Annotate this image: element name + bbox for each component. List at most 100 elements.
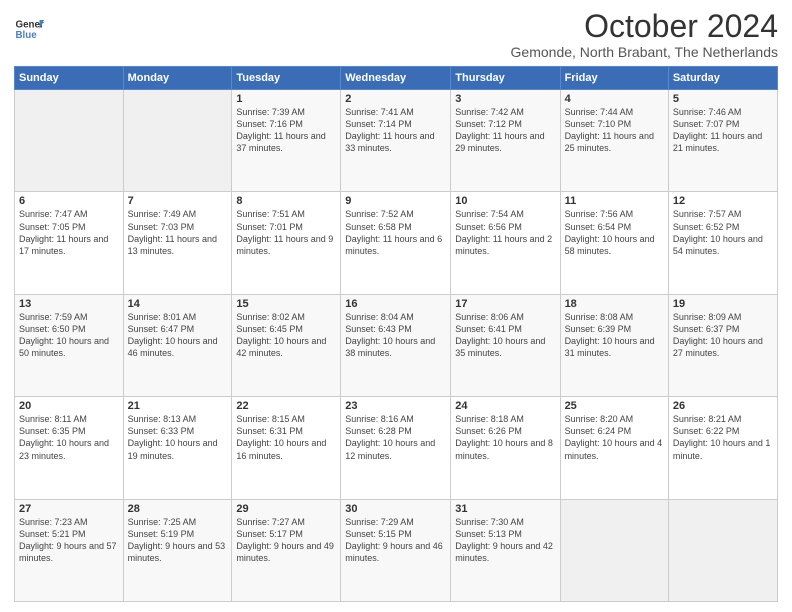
week-row-5: 27 Sunrise: 7:23 AMSunset: 5:21 PMDayligh… <box>15 499 778 601</box>
calendar-cell: 15 Sunrise: 8:02 AMSunset: 6:45 PMDayligh… <box>232 294 341 396</box>
day-number: 31 <box>455 503 555 515</box>
day-number: 19 <box>673 298 773 310</box>
day-number: 18 <box>565 298 664 310</box>
calendar-cell <box>560 499 668 601</box>
day-detail: Sunrise: 8:16 AMSunset: 6:28 PMDaylight:… <box>345 414 435 460</box>
day-number: 1 <box>236 93 336 105</box>
day-number: 29 <box>236 503 336 515</box>
day-detail: Sunrise: 7:46 AMSunset: 7:07 PMDaylight:… <box>673 107 762 153</box>
day-detail: Sunrise: 7:29 AMSunset: 5:15 PMDaylight:… <box>345 517 443 563</box>
calendar-table: SundayMondayTuesdayWednesdayThursdayFrid… <box>14 66 778 602</box>
day-header-tuesday: Tuesday <box>232 67 341 90</box>
day-detail: Sunrise: 7:52 AMSunset: 6:58 PMDaylight:… <box>345 209 442 255</box>
day-detail: Sunrise: 8:04 AMSunset: 6:43 PMDaylight:… <box>345 312 435 358</box>
calendar-cell: 26 Sunrise: 8:21 AMSunset: 6:22 PMDayligh… <box>668 397 777 499</box>
day-number: 3 <box>455 93 555 105</box>
day-number: 4 <box>565 93 664 105</box>
day-detail: Sunrise: 7:42 AMSunset: 7:12 PMDaylight:… <box>455 107 544 153</box>
day-detail: Sunrise: 7:49 AMSunset: 7:03 PMDaylight:… <box>128 209 217 255</box>
day-number: 23 <box>345 400 446 412</box>
day-detail: Sunrise: 8:02 AMSunset: 6:45 PMDaylight:… <box>236 312 326 358</box>
day-number: 11 <box>565 195 664 207</box>
week-row-4: 20 Sunrise: 8:11 AMSunset: 6:35 PMDayligh… <box>15 397 778 499</box>
day-number: 22 <box>236 400 336 412</box>
day-detail: Sunrise: 8:08 AMSunset: 6:39 PMDaylight:… <box>565 312 655 358</box>
calendar-cell: 2Sunrise: 7:41 AMSunset: 7:14 PMDaylight… <box>341 90 451 192</box>
calendar-cell: 28 Sunrise: 7:25 AMSunset: 5:19 PMDayligh… <box>123 499 232 601</box>
title-area: October 2024 Gemonde, North Brabant, The… <box>511 10 778 60</box>
day-number: 12 <box>673 195 773 207</box>
day-number: 10 <box>455 195 555 207</box>
day-detail: Sunrise: 8:18 AMSunset: 6:26 PMDaylight:… <box>455 414 553 460</box>
calendar-cell: 29Sunrise: 7:27 AMSunset: 5:17 PMDayligh… <box>232 499 341 601</box>
day-header-sunday: Sunday <box>15 67 124 90</box>
calendar-cell: 14 Sunrise: 8:01 AMSunset: 6:47 PMDayligh… <box>123 294 232 396</box>
day-detail: Sunrise: 7:59 AMSunset: 6:50 PMDaylight:… <box>19 312 109 358</box>
day-detail: Sunrise: 7:51 AMSunset: 7:01 PMDaylight:… <box>236 209 333 255</box>
calendar-cell: 1 Sunrise: 7:39 AMSunset: 7:16 PMDaylight… <box>232 90 341 192</box>
calendar-cell <box>123 90 232 192</box>
day-number: 14 <box>128 298 228 310</box>
day-header-thursday: Thursday <box>451 67 560 90</box>
day-number: 5 <box>673 93 773 105</box>
day-number: 26 <box>673 400 773 412</box>
month-title: October 2024 <box>511 10 778 42</box>
day-detail: Sunrise: 8:11 AMSunset: 6:35 PMDaylight:… <box>19 414 109 460</box>
calendar-cell: 9 Sunrise: 7:52 AMSunset: 6:58 PMDaylight… <box>341 192 451 294</box>
day-number: 6 <box>19 195 119 207</box>
day-detail: Sunrise: 7:57 AMSunset: 6:52 PMDaylight:… <box>673 209 763 255</box>
day-detail: Sunrise: 8:20 AMSunset: 6:24 PMDaylight:… <box>565 414 663 460</box>
page: General Blue October 2024 Gemonde, North… <box>0 0 792 612</box>
day-number: 27 <box>19 503 119 515</box>
day-detail: Sunrise: 8:15 AMSunset: 6:31 PMDaylight:… <box>236 414 326 460</box>
week-row-1: 1 Sunrise: 7:39 AMSunset: 7:16 PMDaylight… <box>15 90 778 192</box>
day-number: 17 <box>455 298 555 310</box>
day-header-friday: Friday <box>560 67 668 90</box>
calendar-cell: 30Sunrise: 7:29 AMSunset: 5:15 PMDayligh… <box>341 499 451 601</box>
calendar-cell: 24 Sunrise: 8:18 AMSunset: 6:26 PMDayligh… <box>451 397 560 499</box>
day-number: 20 <box>19 400 119 412</box>
day-number: 13 <box>19 298 119 310</box>
day-number: 24 <box>455 400 555 412</box>
day-number: 15 <box>236 298 336 310</box>
day-detail: Sunrise: 7:30 AMSunset: 5:13 PMDaylight:… <box>455 517 553 563</box>
calendar-cell: 16 Sunrise: 8:04 AMSunset: 6:43 PMDayligh… <box>341 294 451 396</box>
calendar-cell: 7Sunrise: 7:49 AMSunset: 7:03 PMDaylight… <box>123 192 232 294</box>
day-detail: Sunrise: 7:25 AMSunset: 5:19 PMDaylight:… <box>128 517 226 563</box>
week-row-3: 13 Sunrise: 7:59 AMSunset: 6:50 PMDayligh… <box>15 294 778 396</box>
week-row-2: 6 Sunrise: 7:47 AMSunset: 7:05 PMDaylight… <box>15 192 778 294</box>
calendar-cell: 19 Sunrise: 8:09 AMSunset: 6:37 PMDayligh… <box>668 294 777 396</box>
location-title: Gemonde, North Brabant, The Netherlands <box>511 44 778 60</box>
calendar-cell: 13 Sunrise: 7:59 AMSunset: 6:50 PMDayligh… <box>15 294 124 396</box>
day-number: 21 <box>128 400 228 412</box>
calendar-cell <box>15 90 124 192</box>
day-detail: Sunrise: 7:44 AMSunset: 7:10 PMDaylight:… <box>565 107 654 153</box>
calendar-cell: 22 Sunrise: 8:15 AMSunset: 6:31 PMDayligh… <box>232 397 341 499</box>
logo-icon: General Blue <box>14 14 44 44</box>
day-detail: Sunrise: 7:56 AMSunset: 6:54 PMDaylight:… <box>565 209 655 255</box>
day-detail: Sunrise: 7:39 AMSunset: 7:16 PMDaylight:… <box>236 107 325 153</box>
calendar-cell: 18 Sunrise: 8:08 AMSunset: 6:39 PMDayligh… <box>560 294 668 396</box>
calendar-cell: 6 Sunrise: 7:47 AMSunset: 7:05 PMDaylight… <box>15 192 124 294</box>
calendar-cell: 27 Sunrise: 7:23 AMSunset: 5:21 PMDayligh… <box>15 499 124 601</box>
day-detail: Sunrise: 8:13 AMSunset: 6:33 PMDaylight:… <box>128 414 218 460</box>
day-detail: Sunrise: 7:54 AMSunset: 6:56 PMDaylight:… <box>455 209 552 255</box>
calendar-cell: 20 Sunrise: 8:11 AMSunset: 6:35 PMDayligh… <box>15 397 124 499</box>
svg-text:Blue: Blue <box>16 30 38 41</box>
calendar-header-row: SundayMondayTuesdayWednesdayThursdayFrid… <box>15 67 778 90</box>
day-number: 9 <box>345 195 446 207</box>
day-detail: Sunrise: 8:01 AMSunset: 6:47 PMDaylight:… <box>128 312 218 358</box>
calendar-cell: 8Sunrise: 7:51 AMSunset: 7:01 PMDaylight… <box>232 192 341 294</box>
day-header-saturday: Saturday <box>668 67 777 90</box>
calendar-cell <box>668 499 777 601</box>
calendar-cell: 25Sunrise: 8:20 AMSunset: 6:24 PMDayligh… <box>560 397 668 499</box>
day-number: 28 <box>128 503 228 515</box>
day-detail: Sunrise: 7:23 AMSunset: 5:21 PMDaylight:… <box>19 517 117 563</box>
day-detail: Sunrise: 7:47 AMSunset: 7:05 PMDaylight:… <box>19 209 108 255</box>
day-number: 16 <box>345 298 446 310</box>
day-detail: Sunrise: 8:21 AMSunset: 6:22 PMDaylight:… <box>673 414 771 460</box>
calendar-cell: 11 Sunrise: 7:56 AMSunset: 6:54 PMDayligh… <box>560 192 668 294</box>
calendar-cell: 5 Sunrise: 7:46 AMSunset: 7:07 PMDaylight… <box>668 90 777 192</box>
day-detail: Sunrise: 8:06 AMSunset: 6:41 PMDaylight:… <box>455 312 545 358</box>
day-detail: Sunrise: 8:09 AMSunset: 6:37 PMDaylight:… <box>673 312 763 358</box>
